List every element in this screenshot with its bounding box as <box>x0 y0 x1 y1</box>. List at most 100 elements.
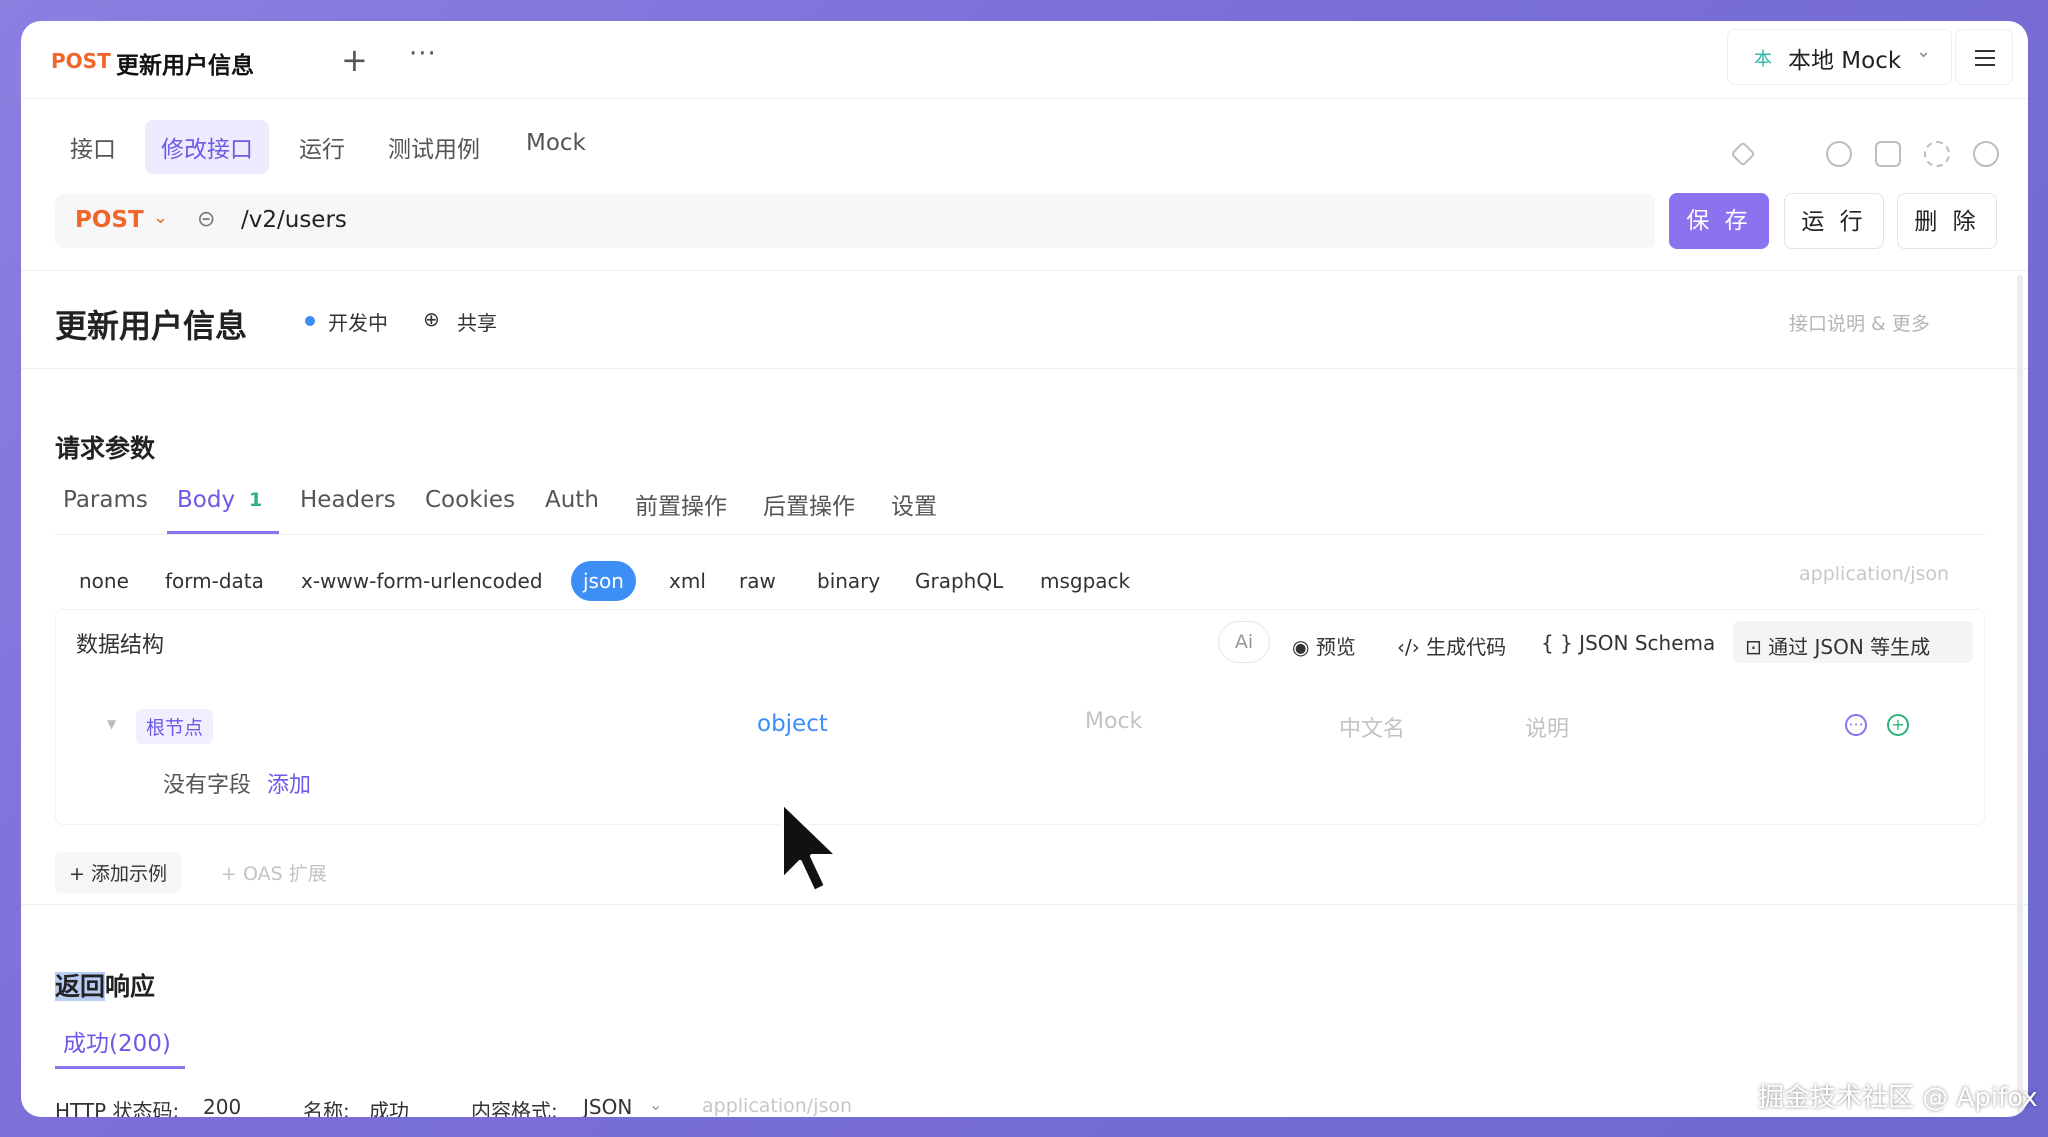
oas-extension-button[interactable]: + OAS 扩展 <box>221 859 327 886</box>
tab-title[interactable]: 更新用户信息 <box>116 46 254 80</box>
environment-icon: 本 <box>1754 49 1772 70</box>
body-type-raw[interactable]: raw <box>727 561 788 601</box>
body-type-none[interactable]: none <box>67 561 141 601</box>
mouse-cursor-icon <box>780 800 840 894</box>
tree-caret-icon[interactable]: ▼ <box>107 717 116 731</box>
watermark: 掘金技术社区 @ Apifox <box>1758 1083 2038 1113</box>
add-example-button[interactable]: + 添加示例 <box>55 852 181 893</box>
tab-headers[interactable]: Headers <box>300 487 396 513</box>
preview-button[interactable]: ◉ 预览 <box>1292 631 1356 660</box>
tab-mock[interactable]: Mock <box>510 120 602 166</box>
share-flow-icon[interactable] <box>1924 141 1950 167</box>
interface-more-link[interactable]: 接口说明 & 更多 <box>1789 309 1930 336</box>
run-button[interactable]: 运 行 <box>1784 193 1884 249</box>
environment-label: 本地 Mock <box>1788 48 1902 74</box>
description-column[interactable]: 说明 <box>1525 711 1569 743</box>
response-content-type: application/json <box>702 1095 853 1117</box>
save-button[interactable]: 保 存 <box>1669 193 1769 249</box>
generate-code-label: 生成代码 <box>1426 635 1507 659</box>
settings-icon[interactable] <box>1973 141 1999 167</box>
body-type-graphql[interactable]: GraphQL <box>903 561 1015 601</box>
eye-icon: ◉ <box>1292 635 1316 659</box>
add-example-label: 添加示例 <box>90 863 167 885</box>
body-type-binary[interactable]: binary <box>805 561 892 601</box>
response-title: 返回响应 <box>55 967 155 1003</box>
json-schema-label: JSON Schema <box>1579 631 1716 655</box>
body-count-badge: 1 <box>249 489 263 511</box>
content-type-hint: application/json <box>1799 563 1950 585</box>
method-select[interactable]: POST <box>75 207 144 233</box>
content-format-label: 内容格式: <box>471 1099 558 1117</box>
divider <box>55 534 1985 535</box>
globe-icon: ⊕ <box>423 307 440 331</box>
new-tab-plus-icon[interactable]: + <box>341 41 368 79</box>
plus-icon: + <box>69 863 91 885</box>
status-badge[interactable]: 开发中 <box>328 307 388 336</box>
divider <box>21 904 2028 905</box>
menu-button[interactable] <box>1955 29 2013 85</box>
body-type-xml[interactable]: xml <box>657 561 718 601</box>
response-title-selected: 返回 <box>55 972 106 1001</box>
chinese-name-column[interactable]: 中文名 <box>1339 711 1405 743</box>
body-type-urlencoded[interactable]: x-www-form-urlencoded <box>289 561 555 601</box>
root-node-label[interactable]: 根节点 <box>136 709 214 744</box>
share-label[interactable]: 共享 <box>457 307 497 336</box>
tab-run[interactable]: 运行 <box>283 120 361 174</box>
tab-cookies[interactable]: Cookies <box>425 487 515 513</box>
body-type-form-data[interactable]: form-data <box>153 561 276 601</box>
tab-pre-operations[interactable]: 前置操作 <box>635 487 727 521</box>
content-format-select[interactable]: JSON <box>583 1095 632 1117</box>
response-title-rest: 响应 <box>105 972 156 1001</box>
hamburger-icon <box>1975 50 1995 66</box>
tab-body[interactable]: Body <box>177 487 235 513</box>
tab-test-cases[interactable]: 测试用例 <box>372 120 496 174</box>
link-icon: ⊝ <box>197 207 216 232</box>
json-schema-button[interactable]: { } JSON Schema <box>1541 631 1715 655</box>
add-child-icon[interactable]: + <box>1887 714 1909 736</box>
preview-label: 预览 <box>1315 635 1356 659</box>
body-type-json[interactable]: json <box>571 561 636 601</box>
chevron-down-icon: ⌄ <box>1916 41 1932 62</box>
braces-icon: { } <box>1541 631 1580 655</box>
more-dots-icon[interactable]: ··· <box>409 39 437 69</box>
status-dot-icon <box>305 316 315 326</box>
pin-icon[interactable] <box>1730 141 1756 167</box>
divider <box>21 368 2028 369</box>
method-chevron-icon[interactable]: ⌄ <box>153 207 168 228</box>
app-window: POST 更新用户信息 + ··· 本 本地 Mock ⌄ 接口 修改接口 运行… <box>21 21 2028 1117</box>
api-title[interactable]: 更新用户信息 <box>55 301 247 347</box>
generate-code-button[interactable]: ‹/› 生成代码 <box>1397 631 1506 660</box>
copy-icon[interactable] <box>1875 141 1901 167</box>
active-tab-indicator <box>55 1066 185 1069</box>
oas-extension-label: OAS 扩展 <box>242 863 327 885</box>
tab-method-label: POST <box>51 49 111 73</box>
no-field-text: 没有字段 <box>163 773 252 798</box>
response-name-value[interactable]: 成功 <box>369 1095 409 1117</box>
scan-icon: ⊡ <box>1745 635 1769 659</box>
delete-button[interactable]: 删 除 <box>1897 193 1997 249</box>
response-name-label: 名称: <box>303 1099 350 1117</box>
tab-settings[interactable]: 设置 <box>891 487 937 521</box>
url-input[interactable]: /v2/users <box>241 207 347 233</box>
scrollbar[interactable] <box>2017 275 2023 1115</box>
tab-response-success[interactable]: 成功(200) <box>63 1024 171 1058</box>
mock-column[interactable]: Mock <box>1085 709 1142 734</box>
add-field-link[interactable]: 添加 <box>267 767 311 799</box>
root-type[interactable]: object <box>757 711 828 737</box>
tab-edit-interface[interactable]: 修改接口 <box>145 120 269 174</box>
http-status-value[interactable]: 200 <box>203 1095 241 1117</box>
tab-post-operations[interactable]: 后置操作 <box>763 487 855 521</box>
body-type-msgpack[interactable]: msgpack <box>1028 561 1142 601</box>
generate-from-json-button[interactable]: ⊡ 通过 JSON 等生成 <box>1745 631 1930 660</box>
data-structure-title: 数据结构 <box>76 633 165 658</box>
history-icon[interactable] <box>1826 141 1852 167</box>
divider <box>21 270 2028 271</box>
generate-from-json-label: 通过 JSON 等生成 <box>1768 635 1931 659</box>
request-params-title: 请求参数 <box>55 434 156 463</box>
tab-interface[interactable]: 接口 <box>54 120 132 174</box>
tab-auth[interactable]: Auth <box>545 487 599 513</box>
tab-params[interactable]: Params <box>63 487 148 513</box>
more-options-icon[interactable]: ··· <box>1845 714 1867 736</box>
ai-button[interactable]: Ai <box>1218 621 1270 663</box>
chevron-down-icon[interactable]: ⌄ <box>649 1095 662 1114</box>
